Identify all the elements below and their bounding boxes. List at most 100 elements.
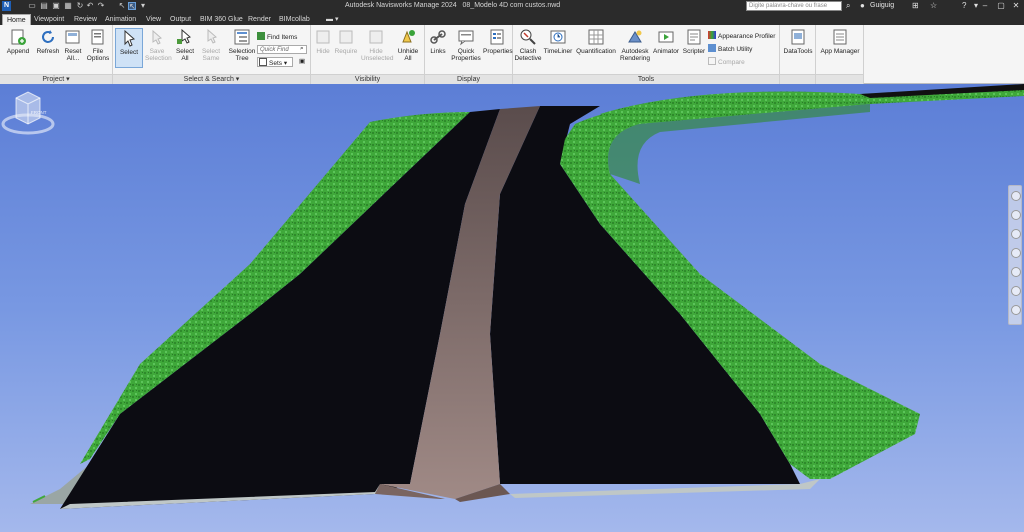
cart-icon[interactable]: ⊞ xyxy=(912,1,919,11)
help-icon[interactable]: ? xyxy=(962,1,966,11)
minimize-icon[interactable]: – xyxy=(978,1,992,11)
reset-all-icon xyxy=(65,30,80,44)
select-button[interactable]: Select xyxy=(115,28,143,68)
refresh-button[interactable]: Refresh xyxy=(35,28,61,55)
open-icon[interactable]: ▤ xyxy=(40,2,48,10)
hide-unselected-button[interactable]: Hide Unselected xyxy=(361,28,394,62)
road-scene[interactable] xyxy=(0,84,1024,532)
tab-review[interactable]: Review xyxy=(70,14,101,25)
quick-properties-icon xyxy=(458,30,474,46)
select-search-group-label[interactable]: Select & Search ▾ xyxy=(113,74,310,84)
quantification-button[interactable]: Quantification xyxy=(574,28,618,55)
animator-button[interactable]: Animator xyxy=(651,28,681,55)
hide-unselected-icon xyxy=(369,30,383,44)
tab-extra-menu[interactable]: ▬ ▾ xyxy=(322,14,342,25)
save-selection-button[interactable]: Save Selection xyxy=(145,28,172,62)
quantification-icon xyxy=(588,29,604,45)
tab-viewpoint[interactable]: Viewpoint xyxy=(30,14,68,25)
tab-bim360-glue[interactable]: BIM 360 Glue xyxy=(196,14,247,25)
manage-sets-icon[interactable]: ▣ xyxy=(299,57,305,67)
find-items-button[interactable]: Find Items xyxy=(257,32,297,42)
display-group: Links Quick Properties Properties Displa… xyxy=(425,25,513,84)
select-same-button[interactable]: Select Same xyxy=(199,28,223,62)
tab-render[interactable]: Render xyxy=(244,14,275,25)
tab-bimcollab[interactable]: BIMcollab xyxy=(275,14,314,25)
select-tool-icon[interactable] xyxy=(1011,305,1021,315)
zoom-icon[interactable] xyxy=(1011,229,1021,239)
select-same-icon xyxy=(207,28,217,44)
reset-all-button[interactable]: Reset All... xyxy=(62,28,84,62)
cursor-icon xyxy=(124,29,136,47)
binoculars-icon[interactable]: ⌕ xyxy=(846,1,850,11)
quick-access-menu-icon[interactable]: ▾ xyxy=(139,2,147,10)
user-name[interactable]: Guiguig xyxy=(870,2,894,9)
navisworks-logo[interactable]: N xyxy=(2,1,11,11)
steering-wheel-icon[interactable] xyxy=(1011,191,1021,201)
hide-icon xyxy=(316,30,330,44)
tab-animation[interactable]: Animation xyxy=(101,14,140,25)
animator-icon xyxy=(658,31,674,43)
visibility-group-label: Visibility xyxy=(311,74,424,84)
project-group-label[interactable]: Project ▾ xyxy=(0,74,112,84)
scripter-button[interactable]: Scripter xyxy=(681,28,707,55)
tab-home[interactable]: Home xyxy=(2,14,31,25)
orbit-icon[interactable] xyxy=(1011,248,1021,258)
cursor-icon[interactable]: ↖ xyxy=(118,2,126,10)
require-icon xyxy=(339,30,353,44)
scene-viewport[interactable]: FRONT xyxy=(0,84,1024,532)
tab-output[interactable]: Output xyxy=(166,14,195,25)
close-icon[interactable]: ✕ xyxy=(1009,1,1023,11)
undo-icon[interactable]: ↶ xyxy=(86,2,94,10)
properties-icon xyxy=(490,29,504,45)
look-icon[interactable] xyxy=(1011,267,1021,277)
compare-button[interactable]: Compare xyxy=(708,57,745,67)
datatools-icon xyxy=(791,29,805,45)
selection-tree-button[interactable]: Selection Tree xyxy=(227,28,257,62)
user-icon[interactable]: ● xyxy=(860,1,865,11)
append-button[interactable]: Append xyxy=(5,28,31,55)
hide-button[interactable]: Hide xyxy=(313,28,333,55)
datatools-button[interactable]: DataTools xyxy=(783,28,813,55)
window-title: Autodesk Navisworks Manage 2024 08_Model… xyxy=(345,2,561,9)
sets-dropdown[interactable]: Sets ▾ xyxy=(257,57,293,67)
quick-find-binoculars-icon[interactable]: ⌕ xyxy=(300,44,304,54)
require-button[interactable]: Require xyxy=(333,28,359,55)
clash-detective-button[interactable]: Clash Detective xyxy=(514,28,542,62)
batch-utility-button[interactable]: Batch Utility xyxy=(708,44,752,54)
viewcube[interactable]: FRONT xyxy=(0,84,56,138)
clash-detective-icon xyxy=(520,29,536,45)
tab-view[interactable]: View xyxy=(142,14,165,25)
walk-icon[interactable] xyxy=(1011,286,1021,296)
select-all-icon xyxy=(177,28,191,44)
properties-button[interactable]: Properties xyxy=(483,28,513,55)
batch-utility-icon xyxy=(708,44,716,52)
select-mode-icon[interactable]: ↖ xyxy=(128,2,136,11)
file-options-button[interactable]: File Options xyxy=(86,28,110,62)
find-items-icon xyxy=(257,32,265,40)
help-search-input[interactable]: Digite palavra-chave ou frase xyxy=(746,1,842,11)
autodesk-rendering-button[interactable]: Autodesk Rendering xyxy=(619,28,651,62)
timeliner-button[interactable]: TimeLiner xyxy=(543,28,573,55)
app-manager-button[interactable]: App Manager xyxy=(819,28,861,55)
app-manager-icon xyxy=(833,29,847,45)
save-icon[interactable]: ▣ xyxy=(52,2,60,10)
maximize-icon[interactable]: ▢ xyxy=(994,1,1008,11)
star-icon[interactable]: ☆ xyxy=(930,1,937,11)
links-button[interactable]: Links xyxy=(427,28,449,55)
new-icon[interactable]: ▭ xyxy=(28,2,36,10)
app-manager-group-label xyxy=(816,74,863,84)
title-bar: N ▭ ▤ ▣ ▦ ↻ ↶ ↷ ↖ ↖ ▾ Autodesk Naviswork… xyxy=(0,0,1024,13)
ribbon-panel: Append Refresh Reset All... File Options… xyxy=(0,25,1024,84)
redo-icon[interactable]: ↷ xyxy=(97,2,105,10)
print-icon[interactable]: ▦ xyxy=(64,2,72,10)
viewcube-face-label[interactable]: FRONT xyxy=(31,110,47,115)
pan-icon[interactable] xyxy=(1011,210,1021,220)
refresh-icon[interactable]: ↻ xyxy=(76,2,84,10)
unhide-all-button[interactable]: Unhide All xyxy=(395,28,421,62)
quick-properties-button[interactable]: Quick Properties xyxy=(451,28,481,62)
appearance-profiler-button[interactable]: Appearance Profiler xyxy=(708,31,775,41)
select-search-group: Select Save Selection Select All Select … xyxy=(113,25,311,84)
tools-group: Clash Detective TimeLiner Quantification… xyxy=(513,25,780,84)
select-all-button[interactable]: Select All xyxy=(173,28,197,62)
compare-icon xyxy=(708,57,716,65)
